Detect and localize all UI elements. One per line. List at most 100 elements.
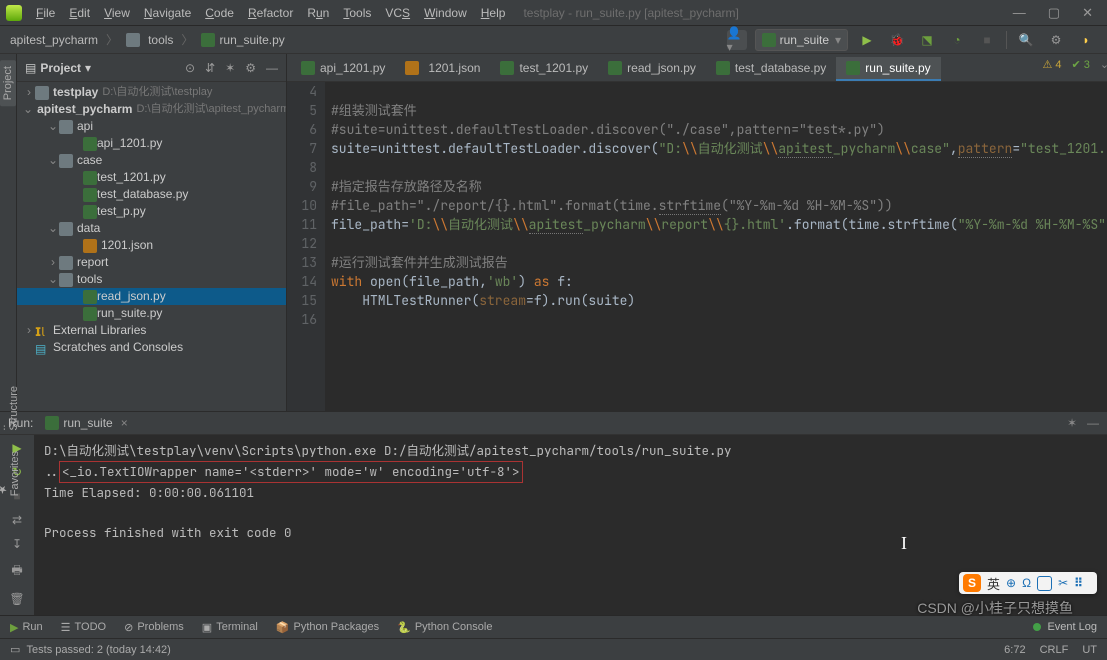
menu-window[interactable]: Window <box>418 3 473 23</box>
side-tab-project[interactable]: Project <box>0 60 16 106</box>
menu-file[interactable]: File <box>30 3 61 23</box>
text-cursor-icon: I <box>901 533 907 553</box>
bottom-tab-run[interactable]: ▶ Run <box>10 621 43 634</box>
menu-vcs[interactable]: VCS <box>379 3 416 23</box>
user-icon[interactable]: 👤▾ <box>727 30 747 50</box>
tree-node-api[interactable]: ⌄api <box>17 118 286 135</box>
profile-button[interactable]: ◔ <box>946 29 968 51</box>
main-menu[interactable]: File Edit View Navigate Code Refactor Ru… <box>30 3 511 23</box>
python-file-icon <box>201 33 215 47</box>
ime-keyboard-icon[interactable] <box>1037 576 1052 591</box>
bottom-tab-problems[interactable]: ⊘ Problems <box>124 621 184 634</box>
settings-icon[interactable]: ✶ <box>1067 416 1077 430</box>
ime-omega-icon[interactable]: Ω <box>1022 576 1031 590</box>
menu-help[interactable]: Help <box>475 3 512 23</box>
navigation-bar: apitest_pycharm〉 tools〉 run_suite.py 👤▾ … <box>0 26 1107 54</box>
bottom-tab-python-console[interactable]: 🐍 Python Console <box>397 621 492 634</box>
tree-node-file[interactable]: api_1201.py <box>17 135 286 152</box>
editor-tab[interactable]: 1201.json <box>395 57 490 81</box>
print-icon[interactable]: 🖶 <box>11 561 22 582</box>
breadcrumb[interactable]: apitest_pycharm〉 tools〉 run_suite.py <box>10 31 285 48</box>
tree-node-testplay[interactable]: ›testplayD:\自动化测试\testplay <box>17 84 286 101</box>
search-icon[interactable]: 🔍 <box>1015 29 1037 51</box>
status-balloon-icon[interactable]: ▭ <box>10 643 20 656</box>
event-log-button[interactable]: Event Log <box>1047 621 1097 633</box>
hide-icon[interactable]: — <box>1087 416 1099 430</box>
layout-icon[interactable]: ⇄ <box>12 513 22 527</box>
menu-navigate[interactable]: Navigate <box>138 3 197 23</box>
crumb-folder[interactable]: tools <box>148 33 173 47</box>
maximize-icon[interactable]: ▢ <box>1048 5 1060 21</box>
menu-view[interactable]: View <box>98 3 136 23</box>
status-line-ending[interactable]: CRLF <box>1040 644 1069 656</box>
project-tool-window: ▤ Project ▾ ⊙ ⇵ ✶ ⚙ — ›testplayD:\自动化测试\… <box>17 54 287 411</box>
tree-node-external-libraries[interactable]: ›𝗜𝗅External Libraries <box>17 322 286 339</box>
run-tab[interactable]: run_suite× <box>39 414 133 432</box>
editor-tab[interactable]: test_database.py <box>706 57 836 81</box>
select-opened-file-icon[interactable]: ⊙ <box>185 61 195 75</box>
tree-node-file[interactable]: run_suite.py <box>17 305 286 322</box>
crumb-project[interactable]: apitest_pycharm <box>10 33 98 47</box>
ime-earth-icon[interactable]: ⊕ <box>1006 576 1016 590</box>
ime-toolbar[interactable]: S 英 ⊕ Ω ✂ ⠿ <box>959 572 1097 594</box>
project-header-label: Project <box>40 61 81 75</box>
status-caret-position[interactable]: 6:72 <box>1004 644 1025 656</box>
project-tree[interactable]: ›testplayD:\自动化测试\testplay ⌄apitest_pych… <box>17 82 286 411</box>
console-output[interactable]: D:\自动化测试\testplay\venv\Scripts\python.ex… <box>34 435 1107 615</box>
menu-run[interactable]: Run <box>301 3 335 23</box>
editor-tab-active[interactable]: run_suite.py <box>836 57 940 81</box>
ime-grid-icon[interactable]: ⠿ <box>1074 576 1083 590</box>
sogou-icon[interactable]: S <box>963 574 981 592</box>
side-tab-structure[interactable]: .. Structure <box>0 386 20 431</box>
menu-edit[interactable]: Edit <box>63 3 96 23</box>
title-bar: File Edit View Navigate Code Refactor Ru… <box>0 0 1107 26</box>
tree-node-report[interactable]: ›report <box>17 254 286 271</box>
ime-scissors-icon[interactable]: ✂ <box>1058 576 1068 590</box>
status-encoding[interactable]: UT <box>1082 644 1097 656</box>
settings-icon[interactable]: ⚙ <box>1045 29 1067 51</box>
bottom-tab-terminal[interactable]: ▣ Terminal <box>202 621 258 634</box>
coverage-button[interactable]: ⬔ <box>916 29 938 51</box>
tree-node-scratches[interactable]: ▤Scratches and Consoles <box>17 339 286 356</box>
tree-node-file[interactable]: 1201.json <box>17 237 286 254</box>
close-tab-icon[interactable]: × <box>121 416 128 430</box>
run-configuration-select[interactable]: run_suite <box>755 29 848 51</box>
tree-node-tools[interactable]: ⌄tools <box>17 271 286 288</box>
collapse-all-icon[interactable]: ✶ <box>225 61 235 75</box>
stderr-highlight: <_io.TextIOWrapper name='<stderr>' mode=… <box>59 461 523 483</box>
hide-icon[interactable]: — <box>266 61 278 75</box>
tree-node-data[interactable]: ⌄data <box>17 220 286 237</box>
expand-all-icon[interactable]: ⇵ <box>205 61 215 75</box>
tree-node-file[interactable]: test_p.py <box>17 203 286 220</box>
close-icon[interactable]: ✕ <box>1082 5 1093 21</box>
minimize-icon[interactable]: — <box>1013 5 1026 21</box>
tree-node-file[interactable]: read_json.py <box>17 288 286 305</box>
learn-icon[interactable]: ◗ <box>1075 29 1097 51</box>
tree-node-case[interactable]: ⌄case <box>17 152 286 169</box>
editor-tab[interactable]: api_1201.py <box>291 57 395 81</box>
soft-wrap-icon[interactable]: ↧ <box>12 537 22 551</box>
side-tab-favorites[interactable]: ★ Favorites <box>0 451 21 496</box>
bottom-tab-python-packages[interactable]: 📦 Python Packages <box>276 621 379 634</box>
menu-refactor[interactable]: Refactor <box>242 3 299 23</box>
settings-icon[interactable]: ⚙ <box>245 61 256 75</box>
run-button[interactable]: ▶ <box>856 29 878 51</box>
editor-tab[interactable]: test_1201.py <box>490 57 598 81</box>
editor-tab[interactable]: read_json.py <box>598 57 706 81</box>
inspection-widget[interactable]: ⚠ 4 ✔ 3 ⌄ <box>1042 58 1107 71</box>
status-tests-passed: Tests passed: 2 (today 14:42) <box>27 644 171 656</box>
menu-tools[interactable]: Tools <box>337 3 377 23</box>
tree-node-file[interactable]: test_1201.py <box>17 169 286 186</box>
python-file-icon <box>762 33 776 47</box>
crumb-file[interactable]: run_suite.py <box>219 33 284 47</box>
tree-node-apitest[interactable]: ⌄apitest_pycharmD:\自动化测试\apitest_pycharm <box>17 101 286 118</box>
tree-node-file[interactable]: test_database.py <box>17 186 286 203</box>
bottom-tab-todo[interactable]: ☰ TODO <box>61 621 106 634</box>
ime-lang-label[interactable]: 英 <box>987 574 1000 593</box>
delete-icon[interactable]: 🗑 <box>9 592 24 606</box>
console-line: D:\自动化测试\testplay\venv\Scripts\python.ex… <box>44 441 1097 461</box>
code-editor[interactable]: 45678910111213141516 #组装测试套件#suite=unitt… <box>287 82 1107 411</box>
debug-button[interactable]: 🐞 <box>886 29 908 51</box>
menu-code[interactable]: Code <box>199 3 240 23</box>
editor-tabs[interactable]: api_1201.py 1201.json test_1201.py read_… <box>287 54 1107 82</box>
